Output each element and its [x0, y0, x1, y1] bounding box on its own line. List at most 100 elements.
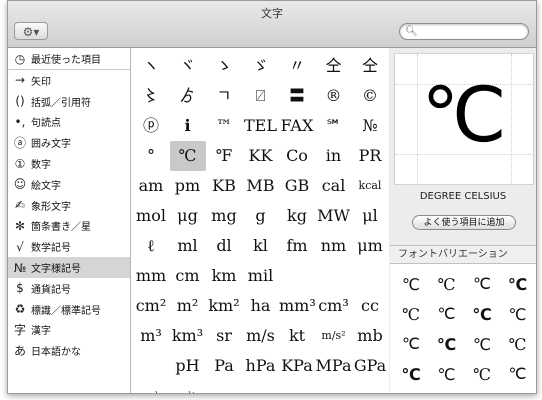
- font-variation-glyph[interactable]: ℃: [393, 270, 429, 300]
- sidebar-item[interactable]: ⓐ 囲み文字: [8, 132, 130, 153]
- character-cell[interactable]: kt: [279, 321, 315, 351]
- character-cell[interactable]: m²: [170, 291, 206, 321]
- character-cell[interactable]: mil: [243, 261, 279, 291]
- font-variation-glyph[interactable]: ℃: [500, 330, 536, 360]
- font-variation-glyph[interactable]: ℃: [464, 360, 500, 390]
- character-cell[interactable]: m/s: [243, 321, 279, 351]
- character-cell[interactable]: 〓: [279, 81, 315, 111]
- character-cell[interactable]: ℓ: [133, 231, 169, 261]
- character-cell[interactable]: μm: [352, 231, 388, 261]
- character-cell[interactable]: μl: [352, 201, 388, 231]
- character-cell[interactable]: cm: [170, 261, 206, 291]
- sidebar-item[interactable]: → 矢印: [8, 70, 130, 91]
- font-variation-glyph[interactable]: ℃: [393, 300, 429, 330]
- character-cell[interactable]: cc: [352, 291, 388, 321]
- character-cell[interactable]: mm: [133, 261, 169, 291]
- character-cell[interactable]: km²: [206, 291, 242, 321]
- character-cell[interactable]: FAX: [279, 111, 315, 141]
- character-cell[interactable]: ℉: [206, 141, 242, 171]
- character-cell[interactable]: 〻: [133, 81, 169, 111]
- character-cell[interactable]: rad: [133, 381, 169, 393]
- character-cell[interactable]: ゞ: [243, 51, 279, 81]
- character-cell[interactable]: g: [243, 201, 279, 231]
- character-cell[interactable]: pm: [170, 171, 206, 201]
- character-cell[interactable]: mm³: [279, 291, 316, 321]
- sidebar-item[interactable]: •, 句読点: [8, 112, 130, 133]
- character-cell[interactable]: nm: [316, 231, 352, 261]
- character-cell[interactable]: ⍁: [243, 81, 279, 111]
- character-cell[interactable]: fm: [279, 231, 315, 261]
- character-cell[interactable]: PR: [352, 141, 388, 171]
- character-cell[interactable]: km: [206, 261, 242, 291]
- character-cell[interactable]: Co: [279, 141, 315, 171]
- character-cell[interactable]: ha: [243, 291, 279, 321]
- character-cell[interactable]: ®: [316, 81, 352, 111]
- sidebar-item[interactable]: ♻ 標識／標準記号: [8, 299, 130, 320]
- font-variation-glyph[interactable]: ℃: [500, 360, 536, 390]
- character-cell[interactable]: ゟ: [170, 81, 206, 111]
- sidebar-item[interactable]: ① 数字: [8, 153, 130, 174]
- character-cell[interactable]: MB: [243, 171, 279, 201]
- sidebar-item[interactable]: № 文字様記号: [8, 257, 130, 278]
- character-cell[interactable]: ⓟ: [133, 111, 169, 141]
- sidebar-item[interactable]: あ日本語かな: [8, 340, 130, 361]
- character-cell[interactable]: ℃: [169, 141, 206, 171]
- search-input[interactable]: [417, 25, 521, 39]
- character-cell[interactable]: μg: [170, 201, 206, 231]
- character-cell[interactable]: rad/s: [170, 381, 206, 393]
- character-cell[interactable]: MW: [316, 201, 352, 231]
- font-variation-glyph[interactable]: ℃: [429, 330, 465, 360]
- sidebar-item[interactable]: ✍ 象形文字: [8, 195, 130, 216]
- character-cell[interactable]: m³: [133, 321, 169, 351]
- character-cell[interactable]: mg: [206, 201, 242, 231]
- character-cell[interactable]: kcal: [352, 171, 388, 201]
- character-cell[interactable]: ヾ: [170, 51, 206, 81]
- character-cell[interactable]: sr: [206, 321, 242, 351]
- character-cell[interactable]: KPa: [279, 351, 315, 381]
- character-cell[interactable]: №: [352, 111, 388, 141]
- character-cell[interactable]: ml: [170, 231, 206, 261]
- sidebar-item[interactable]: √ 数学記号: [8, 236, 130, 257]
- character-cell[interactable]: cm²: [133, 291, 169, 321]
- character-cell[interactable]: ㄱ: [206, 81, 242, 111]
- font-variation-glyph[interactable]: ℃: [393, 360, 429, 390]
- character-cell[interactable]: cm³: [316, 291, 352, 321]
- character-cell[interactable]: MPa: [316, 351, 352, 381]
- sidebar-item[interactable]: () 括弧／引用符: [8, 91, 130, 112]
- sidebar-item[interactable]: ☺ 絵文字: [8, 174, 130, 195]
- character-cell[interactable]: ©: [352, 81, 388, 111]
- gear-menu-button[interactable]: ⚙▾: [14, 22, 48, 40]
- character-cell[interactable]: cal: [316, 171, 352, 201]
- character-cell[interactable]: Pa: [206, 351, 242, 381]
- search-field[interactable]: 🔍︎: [399, 23, 529, 40]
- character-cell[interactable]: mb: [352, 321, 388, 351]
- character-cell[interactable]: kl: [243, 231, 279, 261]
- character-cell[interactable]: 仝: [316, 51, 352, 81]
- character-cell[interactable]: ™: [206, 111, 242, 141]
- character-cell[interactable]: ℠: [316, 111, 352, 141]
- character-cell[interactable]: °: [133, 141, 169, 171]
- font-variation-glyph[interactable]: ℃: [464, 270, 500, 300]
- character-cell[interactable]: 〃: [279, 51, 315, 81]
- font-variation-glyph[interactable]: ℃: [429, 270, 465, 300]
- character-cell[interactable]: GB: [279, 171, 315, 201]
- character-cell[interactable]: 仝: [352, 51, 388, 81]
- character-cell[interactable]: in: [316, 141, 352, 171]
- character-cell[interactable]: KK: [243, 141, 279, 171]
- character-cell[interactable]: TEL: [243, 111, 279, 141]
- font-variation-glyph[interactable]: ℃: [429, 300, 465, 330]
- sidebar-item[interactable]: $ 通貨記号: [8, 278, 130, 299]
- font-variation-glyph[interactable]: ℃: [393, 330, 429, 360]
- sidebar-item[interactable]: ◷ 最近使った項目: [8, 48, 130, 70]
- font-variation-glyph[interactable]: ℃: [500, 300, 536, 330]
- character-cell[interactable]: am: [133, 171, 169, 201]
- character-cell[interactable]: mol: [133, 201, 169, 231]
- font-variation-glyph[interactable]: ℃: [464, 300, 500, 330]
- sidebar-item[interactable]: 字漢字: [8, 320, 130, 341]
- character-cell[interactable]: ヽ: [133, 51, 169, 81]
- character-cell[interactable]: m/s²: [316, 321, 352, 351]
- character-cell[interactable]: km³: [170, 321, 206, 351]
- character-cell[interactable]: kg: [279, 201, 315, 231]
- font-variation-glyph[interactable]: ℃: [464, 330, 500, 360]
- character-cell[interactable]: dl: [206, 231, 242, 261]
